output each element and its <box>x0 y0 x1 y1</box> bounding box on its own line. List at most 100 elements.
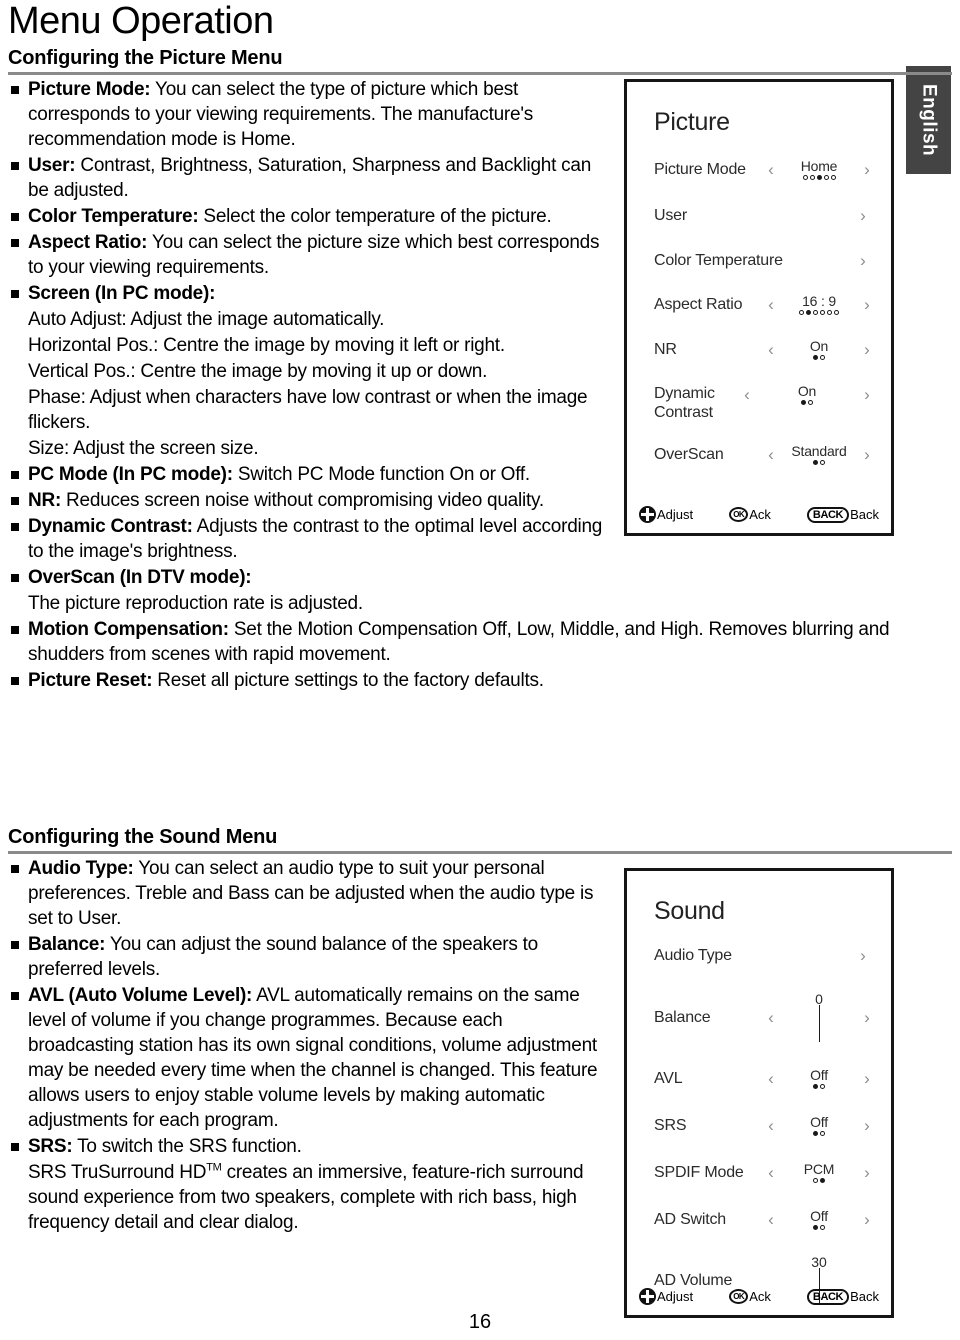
left-chevron-icon[interactable]: ‹ <box>763 1117 779 1134</box>
right-chevron-icon[interactable]: › <box>859 1164 875 1181</box>
osd-value-box: 0 <box>779 992 859 1042</box>
footer-adjust[interactable]: Adjust <box>639 1288 693 1305</box>
sound-section-rule <box>8 851 952 854</box>
osd-row-nr[interactable]: NR ‹ On › <box>643 339 875 360</box>
item-term: PC Mode (In PC mode): <box>28 464 233 485</box>
osd-row-control[interactable]: ‹ On › <box>739 384 875 405</box>
osd-sound-footer: Adjust OK Ack BACK Back <box>639 1288 879 1305</box>
item-text: Vertical Pos.: Centre the image by movin… <box>28 361 488 382</box>
osd-row-aspect-ratio[interactable]: Aspect Ratio ‹ 16 : 9 › <box>643 294 875 315</box>
right-chevron-icon[interactable]: › <box>855 207 871 224</box>
item-term: Balance: <box>28 934 106 955</box>
footer-adjust[interactable]: Adjust <box>639 506 693 523</box>
list-item: Motion Compensation: Set the Motion Comp… <box>8 617 952 667</box>
left-chevron-icon[interactable]: ‹ <box>763 341 779 358</box>
left-chevron-icon[interactable]: ‹ <box>739 386 755 403</box>
right-chevron-icon[interactable]: › <box>859 341 875 358</box>
osd-picture-title: Picture <box>654 108 730 136</box>
right-chevron-icon[interactable]: › <box>859 1070 875 1087</box>
osd-picture-panel: Picture Picture Mode ‹ Home › User › Col… <box>624 79 894 536</box>
osd-row-control[interactable]: ‹ Standard › <box>763 444 875 465</box>
osd-row-control[interactable]: › <box>763 207 875 224</box>
item-term: OverScan (In DTV mode): <box>28 567 252 588</box>
osd-row-label: User <box>654 207 687 224</box>
item-term: SRS: <box>28 1136 73 1157</box>
osd-row-control[interactable]: ‹ 0 › <box>763 992 875 1042</box>
osd-row-spdif-mode[interactable]: SPDIF Mode ‹ PCM › <box>643 1162 875 1183</box>
footer-ok[interactable]: OK Ack <box>729 507 771 522</box>
osd-row-label: Audio Type <box>654 947 732 964</box>
osd-row-control[interactable]: ‹ Off › <box>763 1209 875 1230</box>
footer-ok[interactable]: OK Ack <box>729 1289 771 1304</box>
item-term: Picture Mode: <box>28 79 151 100</box>
osd-row-control[interactable]: ‹ PCM › <box>763 1162 875 1183</box>
osd-row-ad-switch[interactable]: AD Switch ‹ Off › <box>643 1209 875 1230</box>
left-chevron-icon[interactable]: ‹ <box>763 1070 779 1087</box>
footer-back-label: Back <box>850 507 879 522</box>
osd-value-box: On <box>779 339 859 360</box>
osd-row-color-temperature[interactable]: Color Temperature › <box>643 251 875 270</box>
sound-items: Audio Type: You can select an audio type… <box>8 856 608 1235</box>
item-term: Picture Reset: <box>28 670 153 691</box>
back-button-icon: BACK <box>806 1288 850 1305</box>
osd-row-control[interactable]: › <box>835 947 875 964</box>
left-chevron-icon[interactable]: ‹ <box>763 296 779 313</box>
osd-value-box: Standard <box>779 444 859 465</box>
footer-back[interactable]: BACK Back <box>806 506 879 523</box>
osd-dots-indicator <box>779 1131 859 1136</box>
osd-row-dynamic-contrast[interactable]: Dynamic Contrast ‹ On › <box>643 384 875 422</box>
item-term: NR: <box>28 490 62 511</box>
left-chevron-icon[interactable]: ‹ <box>763 1164 779 1181</box>
osd-row-user[interactable]: User › <box>643 206 875 225</box>
osd-row-control[interactable]: ‹ Off › <box>763 1115 875 1136</box>
osd-sound-panel: Sound Audio Type › Balance ‹ 0 › AVL ‹ O… <box>624 868 894 1318</box>
right-chevron-icon[interactable]: › <box>859 1009 875 1026</box>
right-chevron-icon[interactable]: › <box>859 386 875 403</box>
item-text: Contrast, Brightness, Saturation, Sharpn… <box>28 155 592 201</box>
left-chevron-icon[interactable]: ‹ <box>763 161 779 178</box>
left-chevron-icon[interactable]: ‹ <box>763 1009 779 1026</box>
right-chevron-icon[interactable]: › <box>859 161 875 178</box>
list-item: Auto Adjust: Adjust the image automatica… <box>8 307 608 332</box>
osd-row-avl[interactable]: AVL ‹ Off › <box>643 1068 875 1089</box>
osd-row-control[interactable]: › <box>835 252 875 269</box>
osd-row-overscan[interactable]: OverScan ‹ Standard › <box>643 444 875 465</box>
item-term: Screen (In PC mode): <box>28 283 216 304</box>
osd-row-control[interactable]: ‹ Off › <box>763 1068 875 1089</box>
footer-back[interactable]: BACK Back <box>806 1288 879 1305</box>
osd-row-label: SPDIF Mode <box>654 1164 744 1181</box>
osd-row-srs[interactable]: SRS ‹ Off › <box>643 1115 875 1136</box>
osd-value-box: Off <box>779 1068 859 1089</box>
list-item: Picture Mode: You can select the type of… <box>8 77 608 152</box>
item-text: Size: Adjust the screen size. <box>28 438 259 459</box>
osd-row-picture-mode[interactable]: Picture Mode ‹ Home › <box>643 159 875 180</box>
osd-row-audio-type[interactable]: Audio Type › <box>643 946 875 965</box>
osd-row-balance[interactable]: Balance ‹ 0 › <box>643 992 875 1042</box>
picture-section-heading: Configuring the Picture Menu <box>8 47 283 69</box>
right-chevron-icon[interactable]: › <box>859 446 875 463</box>
item-term: Motion Compensation: <box>28 619 229 640</box>
osd-row-value: Off <box>810 1208 828 1224</box>
balance-slider[interactable] <box>818 1005 820 1042</box>
list-item: Color Temperature: Select the color temp… <box>8 204 608 229</box>
left-chevron-icon[interactable]: ‹ <box>763 446 779 463</box>
osd-row-value: On <box>809 338 829 354</box>
osd-row-value: 16 : 9 <box>802 293 836 309</box>
list-item: AVL (Auto Volume Level): AVL automatical… <box>8 983 608 1133</box>
item-text: Reduces screen noise without compromisin… <box>61 490 544 511</box>
right-chevron-icon[interactable]: › <box>859 1117 875 1134</box>
osd-dots-indicator <box>779 1178 859 1183</box>
item-text: The picture reproduction rate is adjuste… <box>28 593 363 614</box>
osd-row-control[interactable]: ‹ 16 : 9 › <box>763 294 875 315</box>
osd-row-control[interactable]: ‹ Home › <box>763 159 875 180</box>
osd-row-control[interactable]: ‹ On › <box>763 339 875 360</box>
list-item: Vertical Pos.: Centre the image by movin… <box>8 359 608 384</box>
item-text: Select the color temperature of the pict… <box>198 206 552 227</box>
right-chevron-icon[interactable]: › <box>855 252 871 269</box>
left-chevron-icon[interactable]: ‹ <box>763 1211 779 1228</box>
right-chevron-icon[interactable]: › <box>859 296 875 313</box>
list-item: Dynamic Contrast: Adjusts the contrast t… <box>8 514 608 564</box>
right-chevron-icon[interactable]: › <box>855 947 871 964</box>
right-chevron-icon[interactable]: › <box>859 1211 875 1228</box>
list-item: SRS: To switch the SRS function. <box>8 1134 608 1159</box>
